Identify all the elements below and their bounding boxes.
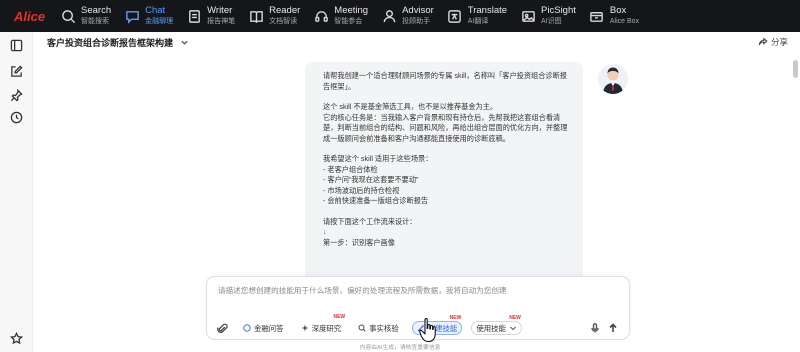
- nav-sublabel: 金融聊理: [145, 17, 174, 25]
- sparkle-icon: [301, 324, 309, 332]
- message-line: - 客户问“我现在这套要不要动”: [323, 175, 419, 184]
- nav-sublabel: 智能搜索: [81, 17, 109, 25]
- nav-item-box[interactable]: Box Alice Box: [581, 0, 644, 32]
- user-message-bubble: 请帮我创建一个适合理财顾问场景的专属 skill，名称叫「客户投资组合诊断报 告…: [305, 62, 583, 280]
- message-line: 这个 skill 不是基金筛选工具，也不是以推荐基金为主。: [323, 102, 498, 111]
- nav-item-reader[interactable]: Reader 文档智读: [240, 0, 305, 32]
- new-badge: NEW: [509, 315, 521, 321]
- nav-label: Meeting: [334, 4, 369, 16]
- microphone-icon[interactable]: [589, 322, 601, 334]
- message-line: - 市场波动后的持仓检视: [323, 185, 400, 195]
- chip-label: 深度研究: [311, 323, 342, 333]
- message-line: 第一步：识别客户画像: [323, 237, 395, 247]
- chip-label: 使用技能: [476, 323, 506, 333]
- chat-icon: [124, 8, 140, 24]
- chip-finance-qa[interactable]: 金融问答: [239, 321, 288, 335]
- nav-item-translate[interactable]: Translate AI翻译: [439, 0, 512, 32]
- conversation-title[interactable]: 客户投资组合诊断报告框架构建: [47, 36, 173, 49]
- new-badge: NEW: [333, 314, 346, 320]
- pin-icon[interactable]: [8, 87, 24, 103]
- nav-sublabel: 报告神笔: [207, 17, 236, 25]
- message-line: 我希望这个 skill 适用于这些场景：: [323, 154, 433, 163]
- nav-label: Chat: [145, 4, 166, 16]
- search-icon: [60, 8, 76, 24]
- nav-label: PicSight: [541, 4, 576, 16]
- hand-cursor-icon: [419, 318, 436, 343]
- send-arrow-icon[interactable]: [607, 322, 619, 334]
- nav-item-search[interactable]: Search 智能搜索: [52, 0, 116, 32]
- message-line: 请帮我创建一个适合理财顾问场景的专属 skill，名称叫「客户投资组合诊断报: [323, 71, 567, 80]
- user-avatar: [598, 64, 628, 94]
- share-label: 分享: [770, 37, 788, 47]
- nav-item-chat[interactable]: Chat 金融聊理: [116, 0, 178, 32]
- nav-sublabel: 文档智读: [269, 17, 298, 25]
- chip-label: 金融问答: [254, 323, 284, 333]
- nav-sublabel: 投顾助手: [402, 17, 431, 25]
- history-icon[interactable]: [8, 109, 24, 125]
- nav-label: Box: [609, 4, 627, 16]
- scrollbar-thumb[interactable]: [793, 60, 798, 78]
- conversation-header: 客户投资组合诊断报告框架构建 分享: [33, 32, 800, 52]
- nav-label: Reader: [269, 4, 301, 16]
- nav-item-writer[interactable]: Writer 报告神笔: [178, 0, 240, 32]
- sidebar-toggle-icon[interactable]: [8, 37, 24, 53]
- share-button[interactable]: 分享: [758, 36, 788, 48]
- nav-item-picsight[interactable]: PicSight AI识图: [512, 0, 581, 32]
- pen-icon: [186, 8, 202, 24]
- box-icon: [589, 8, 605, 24]
- book-icon: [248, 8, 264, 24]
- new-badge: NEW: [449, 315, 462, 321]
- chip-label: 事实核验: [369, 323, 399, 333]
- chip-use-skill[interactable]: 使用技能 NEW: [471, 315, 522, 335]
- ai-disclaimer: 内容由AI生成，请核查重要信息: [359, 345, 441, 351]
- nav-item-meeting[interactable]: Meeting 智能参会: [305, 0, 373, 32]
- message-line: - 会前快速准备一版组合诊断报告: [323, 196, 429, 205]
- composer-input[interactable]: 请描述您想创建的技能用于什么场景、偏好的处理流程及所需数据，我将自动为您创建: [218, 285, 507, 296]
- check-search-icon: [358, 324, 366, 332]
- message-line: - 老客户组合体检: [323, 164, 378, 174]
- message-line: 楚，判断当前组合的结构、问题和风险，再给出组合层面的优化方向，并整理: [323, 123, 568, 132]
- nav-label: Search: [81, 4, 112, 16]
- left-rail: [0, 32, 33, 352]
- top-nav-bar: Alice Search 智能搜索 Chat 金融聊理 Writer 报告神笔 Rea…: [0, 0, 800, 32]
- chevron-down-icon[interactable]: [180, 38, 189, 47]
- nav-sublabel: 智能参会: [334, 17, 363, 25]
- new-chat-icon[interactable]: [8, 63, 24, 79]
- chat-bubble-icon: [243, 324, 251, 332]
- share-icon: [758, 37, 768, 46]
- composer-toolbar: 金融问答 深度研究 NEW 事实核验 创建技能 NEW 使用技能 NEW: [215, 314, 531, 335]
- chip-fact-check[interactable]: 事实核验: [354, 321, 403, 335]
- message-line: 成一版顾问会前准备和客户沟通都能直接使用的诊断底稿。: [323, 133, 510, 143]
- nav-label: Translate: [467, 4, 508, 16]
- app-logo[interactable]: Alice: [0, 9, 52, 24]
- chevron-down-icon: [510, 326, 516, 331]
- headset-icon: [313, 8, 329, 24]
- nav-label: Writer: [207, 4, 233, 16]
- message-line: 告框架」。: [323, 81, 356, 91]
- scroll-down-arrow-icon[interactable]: ↓: [323, 227, 575, 238]
- translate-icon: [447, 8, 463, 24]
- message-line: 它的核心任务是：当我输入客户背景和现有持仓后，先帮我把这套组合看清: [323, 112, 561, 122]
- nav-sublabel: AI翻译: [467, 17, 489, 25]
- image-icon: [520, 8, 536, 24]
- paperclip-icon[interactable]: [215, 321, 229, 335]
- nav-label: Advisor: [402, 4, 434, 16]
- chip-deep-research[interactable]: 深度研究 NEW: [297, 314, 345, 335]
- nav-item-advisor[interactable]: Advisor 投顾助手: [373, 0, 439, 32]
- main-nav: Search 智能搜索 Chat 金融聊理 Writer 报告神笔 Reader 文档智…: [52, 0, 644, 32]
- nav-sublabel: Alice Box: [609, 17, 640, 25]
- message-line: 请按下面这个工作流来设计：: [323, 216, 417, 226]
- person-icon: [381, 8, 397, 24]
- nav-sublabel: AI识图: [541, 17, 562, 25]
